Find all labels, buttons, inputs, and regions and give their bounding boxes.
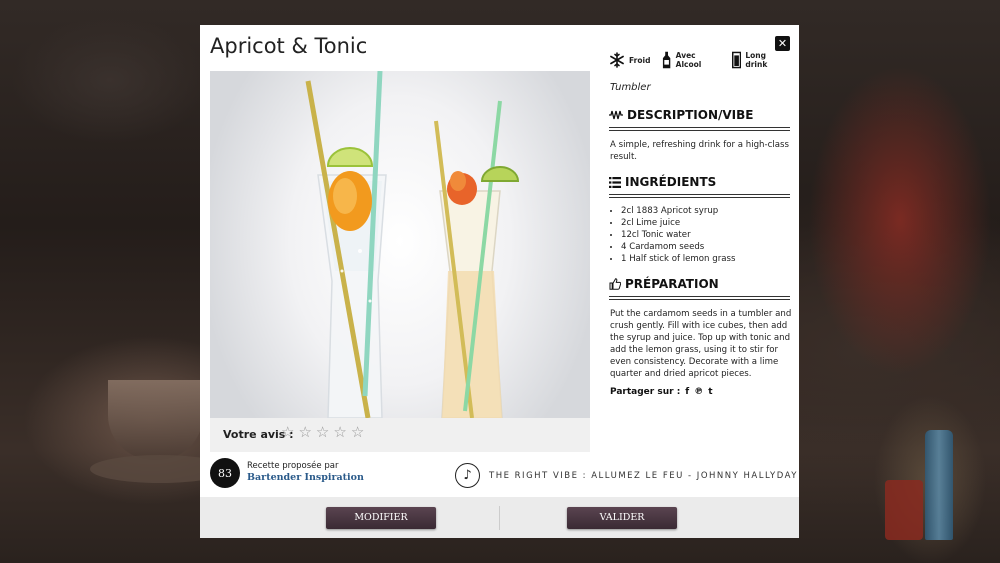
vibe-song-text[interactable]: THE RIGHT VIBE : ALLUMEZ LE FEU - JOHNNY… (489, 471, 798, 481)
facebook-icon[interactable]: f (685, 387, 689, 397)
list-item: 4 Cardamom seeds (621, 241, 735, 253)
list-item: 1 Half stick of lemon grass (621, 253, 735, 265)
star-icon-2[interactable]: ☆ (298, 423, 311, 441)
background-coffee-cup (108, 380, 203, 460)
star-icon-3[interactable]: ☆ (316, 423, 329, 441)
glass-type: Tumbler (610, 82, 651, 93)
validate-button[interactable]: VALIDER (567, 507, 677, 529)
list-item: 2cl 1883 Apricot syrup (621, 205, 735, 217)
attribute-alcohol-label: Avec Alcool (675, 51, 702, 69)
background-bottle-red (885, 480, 923, 540)
description-heading: DESCRIPTION/VIBE (609, 108, 789, 122)
twitter-icon[interactable]: t (708, 387, 712, 397)
description-text: A simple, refreshing drink for a high-cl… (610, 140, 789, 162)
ingredients-heading: INGRÉDIENTS (609, 175, 789, 189)
cocktail-illustration (305, 71, 520, 418)
modify-button[interactable]: MODIFIER (326, 507, 436, 529)
description-divider (609, 127, 790, 131)
ingredients-divider (609, 194, 790, 198)
ingredients-heading-label: INGRÉDIENTS (625, 175, 717, 189)
close-button[interactable]: ✕ (775, 36, 790, 51)
attribute-long-drink-label: Long drink (745, 51, 768, 69)
star-icon-4[interactable]: ☆ (333, 423, 346, 441)
star-icon-5[interactable]: ☆ (351, 423, 364, 441)
list-item: 12cl Tonic water (621, 229, 735, 241)
recipe-title: Apricot & Tonic (210, 34, 368, 58)
recipe-modal: Apricot & Tonic ✕ Votre avis: ☆ ☆ ☆ ☆ ☆… (200, 25, 799, 538)
star-icon-1[interactable]: ☆ (281, 423, 294, 441)
rating-bar: Votre avis : ☆ ☆ ☆ ☆ ☆ (210, 418, 590, 452)
proposer-link[interactable]: Bartender Inspiration (247, 472, 364, 483)
list-icon (609, 176, 621, 188)
cocktail-photo (210, 71, 590, 418)
share-label: Partager sur : (610, 387, 681, 397)
preparation-text: Put the cardamom seeds in a tumbler and … (610, 309, 792, 379)
preparation-heading-label: PRÉPARATION (625, 277, 719, 291)
bartender-inspiration-logo: 83 (210, 458, 240, 488)
rating-stars: ☆ ☆ ☆ ☆ ☆ (281, 423, 364, 441)
footer-divider (499, 506, 500, 530)
share-bar: Partager sur : f ℗ t (610, 387, 713, 397)
music-note-icon: ♪ (455, 463, 480, 488)
pinterest-icon[interactable]: ℗ (694, 387, 703, 397)
attribute-long-drink: Long drink (732, 51, 787, 69)
bottle-icon (663, 51, 671, 69)
proposer-label: Recette proposée par (247, 461, 339, 471)
modal-footer: MODIFIER VALIDER (200, 497, 799, 538)
list-item: 2cl Lime juice (621, 217, 735, 229)
wave-icon (609, 110, 623, 120)
attribute-cold-label: Froid (629, 55, 651, 65)
thumbs-up-icon (609, 278, 621, 290)
attribute-cold: Froid (609, 52, 650, 68)
preparation-heading: PRÉPARATION (609, 277, 789, 291)
preparation-divider (609, 296, 790, 300)
tall-glass-icon (732, 51, 742, 69)
drink-attributes: Froid Avec Alcool Long drink (609, 51, 799, 69)
background-bottle-blue (925, 430, 953, 540)
snowflake-icon (610, 52, 624, 68)
description-heading-label: DESCRIPTION/VIBE (627, 108, 754, 122)
ingredients-list: 2cl 1883 Apricot syrup 2cl Lime juice 12… (621, 205, 735, 265)
attribute-alcohol: Avec Alcool (662, 51, 720, 69)
